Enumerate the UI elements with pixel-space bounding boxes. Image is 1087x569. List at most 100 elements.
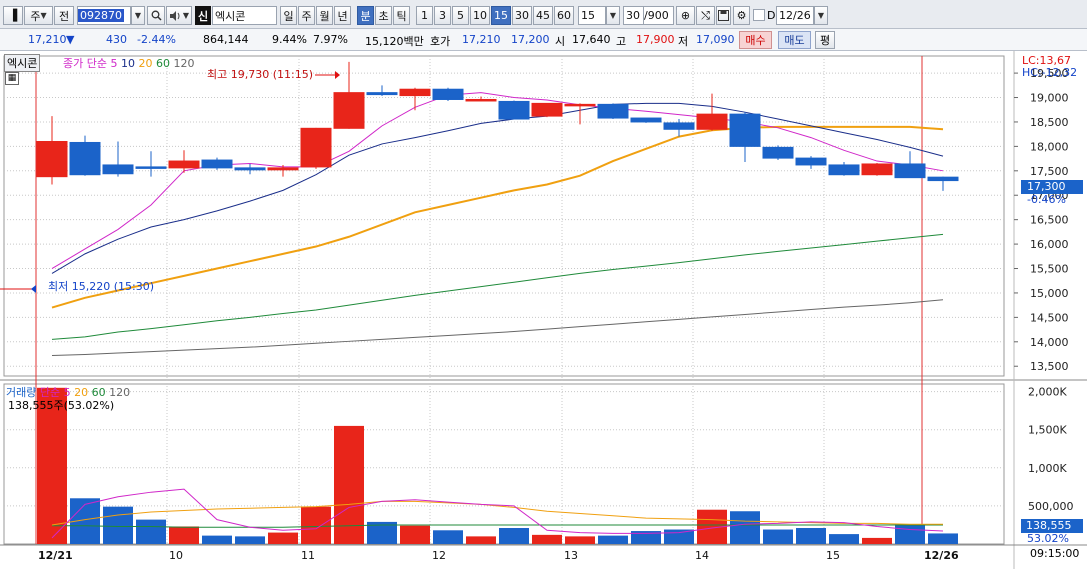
volume-bar xyxy=(532,534,562,544)
period-minute[interactable]: 분 xyxy=(357,6,374,25)
candle-body xyxy=(531,102,563,117)
price-ma-legend: 종가 단순 5 10 20 60 120 xyxy=(63,55,194,71)
market-select-value: 주 xyxy=(30,9,41,23)
date-checkbox[interactable] xyxy=(753,9,765,21)
current-price-pct: -0.46% xyxy=(1027,193,1066,206)
layout-toggle-icon[interactable]: ▐ xyxy=(3,6,23,25)
count-total: /900 xyxy=(644,6,674,25)
candle-body xyxy=(894,163,926,179)
candle-body xyxy=(597,103,629,119)
volume-bar xyxy=(499,528,529,544)
period-month[interactable]: 월 xyxy=(316,6,333,25)
period-second[interactable]: 초 xyxy=(375,6,392,25)
current-volume-pct: 53.02% xyxy=(1027,532,1069,545)
stock-code-input[interactable]: 092870 xyxy=(77,6,131,25)
x-axis-label: 12/26 xyxy=(924,549,959,562)
ma10-legend: 10 xyxy=(120,57,135,70)
ma-label: 종가 단순 xyxy=(63,57,107,70)
volume-bar xyxy=(268,532,298,544)
volume-bar xyxy=(928,533,958,544)
candle-body xyxy=(630,117,662,123)
date-checkbox-label: D xyxy=(767,9,776,22)
volume-bar xyxy=(202,535,232,544)
ma120-legend: 120 xyxy=(173,57,195,70)
candle-body xyxy=(861,163,893,176)
interval-10[interactable]: 10 xyxy=(470,6,490,25)
stock-name-field[interactable]: 엑시콘 xyxy=(212,6,277,25)
bid-price: 17,200 xyxy=(511,33,550,46)
price-change-pct: -2.44% xyxy=(137,33,176,46)
x-axis-label: 10 xyxy=(169,549,183,562)
volume-tick-label: 1,000K xyxy=(1028,462,1067,475)
search-icon[interactable] xyxy=(147,6,165,25)
interval-value-field[interactable]: 15 xyxy=(578,6,606,25)
grid-icon[interactable]: ▦ xyxy=(5,72,19,85)
x-axis-label: 12 xyxy=(432,549,446,562)
volume-bar xyxy=(466,536,496,544)
sell-button[interactable]: 매도 xyxy=(778,31,811,49)
count-field[interactable]: 30 xyxy=(623,6,644,25)
period-year[interactable]: 년 xyxy=(334,6,351,25)
flat-button[interactable]: 평 xyxy=(815,31,835,49)
interval-5[interactable]: 5 xyxy=(452,6,469,25)
high-price: 17,900 xyxy=(636,33,675,46)
save-icon[interactable] xyxy=(716,6,731,25)
code-dropdown-button[interactable]: ▼ xyxy=(131,6,145,25)
price-tick-label: 18,000 xyxy=(1030,140,1069,153)
market-select[interactable]: 주 ▼ xyxy=(24,6,53,25)
volume-bar xyxy=(565,536,595,544)
segment-button[interactable]: 전 xyxy=(54,6,74,25)
price-tick-label: 14,500 xyxy=(1030,311,1069,324)
period-tick[interactable]: 틱 xyxy=(393,6,410,25)
candle-body xyxy=(168,160,200,169)
chart-canvas[interactable]: 19,50019,00018,50018,00017,50017,00016,5… xyxy=(0,51,1087,569)
interval-3[interactable]: 3 xyxy=(434,6,451,25)
compare-icon[interactable]: ⤭ xyxy=(696,6,715,25)
ask-label: 호가 xyxy=(430,35,451,48)
interval-dropdown-button[interactable]: ▼ xyxy=(606,6,620,25)
interval-30[interactable]: 30 xyxy=(512,6,532,25)
volume-bar xyxy=(301,506,331,544)
candle-body xyxy=(234,167,266,171)
credit-badge: 신 xyxy=(195,6,211,25)
x-axis-label: 11 xyxy=(301,549,315,562)
interval-45[interactable]: 45 xyxy=(533,6,553,25)
gear-icon[interactable]: ⚙ xyxy=(733,6,750,25)
chart-toolbar: ▐ 주 ▼ 전 092870 ▼ ▼ 신 엑시콘 일 주 월 년 분 초 틱 1 … xyxy=(0,0,1087,29)
candle-body xyxy=(399,88,431,97)
price-tick-label: 17,500 xyxy=(1030,165,1069,178)
price-change: 430 xyxy=(106,33,127,46)
speaker-icon[interactable]: ▼ xyxy=(166,6,192,25)
candle-body xyxy=(333,92,365,129)
interval-1[interactable]: 1 xyxy=(416,6,433,25)
low-price: 17,090 xyxy=(696,33,735,46)
price-panel-title: 엑시콘 xyxy=(4,54,41,72)
crosshair-time: 09:15:00 xyxy=(1030,547,1080,560)
price-tick-label: 15,500 xyxy=(1030,263,1069,276)
chevron-down-icon: ▼ xyxy=(817,11,825,20)
volume-tick-label: 500,000 xyxy=(1028,500,1074,513)
interval-15[interactable]: 15 xyxy=(491,6,511,25)
candle-body xyxy=(465,98,497,102)
candle-body xyxy=(135,166,167,169)
period-week[interactable]: 주 xyxy=(298,6,315,25)
period-day[interactable]: 일 xyxy=(280,6,297,25)
high-annotation: 최고 19,730 (11:15) xyxy=(207,68,314,81)
low-annotation: 최저 15,220 (15:30) xyxy=(48,280,155,293)
price-tick-label: 19,000 xyxy=(1030,92,1069,105)
volume-bar xyxy=(433,530,463,544)
price-tick-label: 13,500 xyxy=(1030,360,1069,373)
chart-area[interactable]: 19,500 19,000 18,500 18,000 17,500 17,000 16,5… xyxy=(0,51,1087,569)
stock-code-value: 092870 xyxy=(78,9,124,22)
ask-price: 17,210 xyxy=(462,33,501,46)
date-picker-button[interactable]: ▼ xyxy=(814,6,828,25)
candle-body xyxy=(762,146,794,159)
current-volume-tag: 138,555 xyxy=(1021,519,1083,533)
date-field[interactable]: 12/26 xyxy=(776,6,814,25)
price-tick-label: 18,500 xyxy=(1030,116,1069,129)
interval-60[interactable]: 60 xyxy=(554,6,574,25)
buy-button[interactable]: 매수 xyxy=(739,31,772,49)
candle-body xyxy=(828,164,860,176)
price-tick-label: 14,000 xyxy=(1030,336,1069,349)
crosshair-icon[interactable]: ⊕ xyxy=(676,6,695,25)
